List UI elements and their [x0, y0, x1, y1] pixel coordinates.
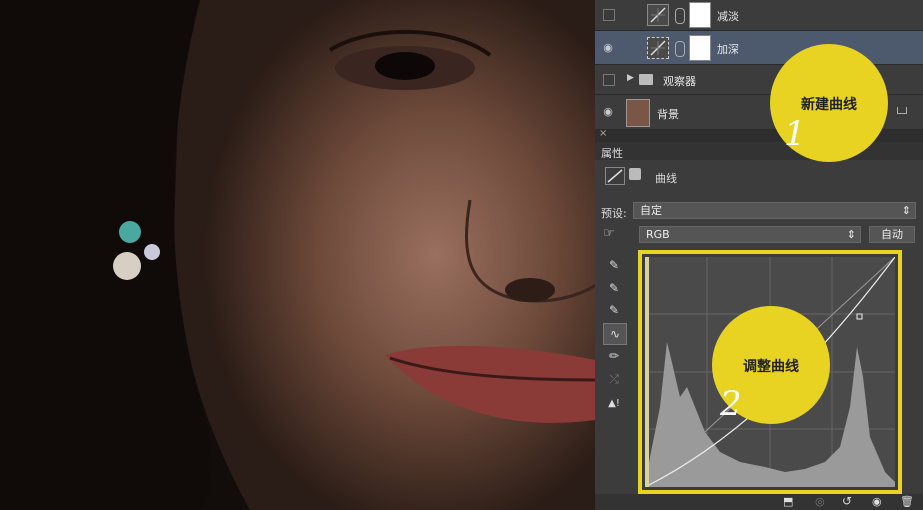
- trash-icon[interactable]: 🗑: [900, 495, 914, 508]
- view-previous-icon[interactable]: ◎: [815, 495, 825, 508]
- callout-badge-2: 调整曲线 2: [712, 306, 830, 424]
- curves-icon: [605, 167, 625, 185]
- curves-icon: [647, 4, 669, 26]
- callout-badge-1: 新建曲线 1: [770, 44, 888, 162]
- photo-canvas: [0, 0, 595, 510]
- chain-icon: [675, 8, 685, 24]
- layer-name: 加深: [717, 43, 739, 56]
- hand-target-icon[interactable]: ☞: [603, 226, 625, 242]
- mask-icon[interactable]: [629, 168, 641, 180]
- reset-icon[interactable]: ↺: [842, 494, 852, 508]
- layer-row-dodge[interactable]: 减淡: [595, 0, 923, 31]
- callout-number: 2: [720, 384, 742, 424]
- layer-mask-thumbnail[interactable]: [689, 35, 711, 61]
- curves-icon: [647, 37, 669, 59]
- eye-icon[interactable]: ◉: [601, 41, 615, 55]
- callout-number: 1: [784, 114, 806, 154]
- callout-text: 新建曲线: [801, 97, 857, 113]
- adjustment-name: 曲线: [655, 172, 677, 185]
- preset-label: 预设:: [601, 207, 627, 220]
- visibility-toggle[interactable]: [603, 9, 615, 21]
- eyedropper-gray-icon[interactable]: ✎: [603, 278, 625, 298]
- layer-row-burn[interactable]: ◉ 加深: [595, 31, 923, 65]
- properties-tab-bar: 属性: [595, 142, 923, 160]
- bottom-toolbar: ⬒ ◎ ↺ ◉ 🗑: [595, 494, 923, 510]
- warning-icon[interactable]: ▲!: [603, 394, 625, 414]
- folder-icon: [639, 74, 653, 85]
- eye-icon[interactable]: ◉: [872, 495, 882, 508]
- preset-value: 自定: [640, 204, 662, 217]
- lock-icon: [897, 107, 907, 114]
- clip-icon[interactable]: ⬒: [783, 495, 793, 508]
- portrait-image: [0, 0, 595, 510]
- properties-tab[interactable]: 属性: [601, 145, 623, 161]
- pencil-icon[interactable]: ✏: [603, 346, 625, 366]
- auto-button[interactable]: 自动: [869, 226, 915, 243]
- smooth-icon[interactable]: ⤮: [603, 369, 625, 389]
- preset-select[interactable]: 自定 ⇕: [633, 202, 916, 219]
- layer-name: 背景: [657, 108, 679, 121]
- channel-select[interactable]: RGB ⇕: [639, 226, 861, 243]
- layer-thumbnail: [626, 99, 650, 127]
- chain-icon: [675, 41, 685, 57]
- layer-name: 减淡: [717, 10, 739, 23]
- channel-value: RGB: [646, 228, 670, 241]
- layer-name: 观察器: [663, 75, 696, 88]
- close-icon[interactable]: ×: [599, 128, 607, 139]
- layer-mask-thumbnail[interactable]: [689, 2, 711, 28]
- eyedropper-white-icon[interactable]: ✎: [603, 300, 625, 320]
- chevron-updown-icon: ⇕: [901, 204, 911, 217]
- curve-point-icon[interactable]: ∿: [603, 323, 627, 345]
- visibility-toggle[interactable]: [603, 74, 615, 86]
- eyedropper-black-icon[interactable]: ✎: [603, 255, 625, 275]
- expand-arrow-icon[interactable]: ▶: [627, 73, 634, 83]
- callout-text: 调整曲线: [743, 359, 799, 375]
- chevron-updown-icon: ⇕: [846, 228, 856, 241]
- eye-icon[interactable]: ◉: [601, 105, 615, 119]
